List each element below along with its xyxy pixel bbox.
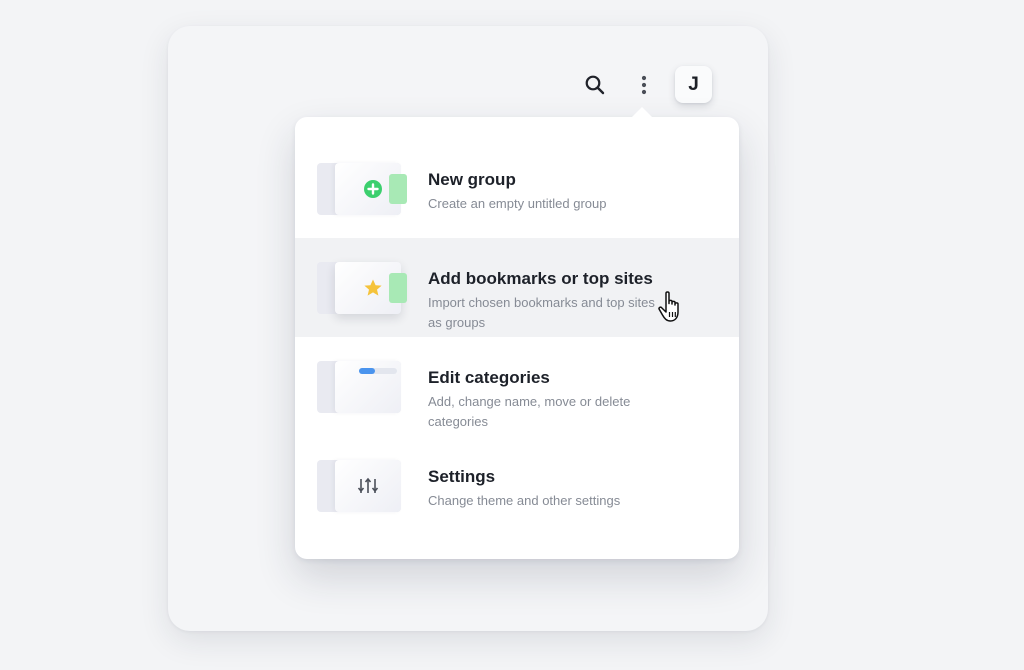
dropdown-caret (631, 107, 653, 118)
avatar-initial: J (688, 73, 699, 95)
category-bar-icon (359, 368, 397, 374)
menu-item-description: Add, change name, move or delete categor… (428, 394, 631, 429)
settings-thumbnail (317, 460, 401, 512)
menu-item-title: Settings (428, 467, 496, 486)
menu-item-new-group[interactable]: New group Create an empty untitled group (295, 139, 739, 238)
search-button[interactable] (577, 67, 613, 103)
sliders-icon (357, 476, 379, 496)
new-group-thumbnail (317, 163, 407, 215)
menu-item-description: Create an empty untitled group (428, 196, 607, 211)
pointer-hand-cursor-icon (658, 291, 679, 322)
menu-item-description: Change theme and other settings (428, 493, 621, 508)
more-options-button[interactable] (626, 67, 662, 103)
menu-item-edit-categories[interactable]: Edit categories Add, change name, move o… (295, 337, 739, 436)
star-icon (363, 278, 383, 298)
edit-categories-thumbnail (317, 361, 401, 413)
menu-item-title: Add bookmarks or top sites (428, 269, 653, 288)
options-dropdown-menu: New group Create an empty untitled group… (295, 107, 739, 559)
add-bookmarks-thumbnail (317, 262, 407, 314)
search-icon (585, 75, 605, 95)
plus-circle-icon (363, 179, 383, 199)
user-avatar-button[interactable]: J (675, 66, 712, 103)
menu-item-title: Edit categories (428, 368, 550, 387)
menu-item-settings[interactable]: Settings Change theme and other settings (295, 436, 739, 535)
menu-item-description: Import chosen bookmarks and top sites as… (428, 295, 655, 330)
menu-item-title: New group (428, 170, 516, 189)
more-vertical-icon (641, 75, 647, 95)
